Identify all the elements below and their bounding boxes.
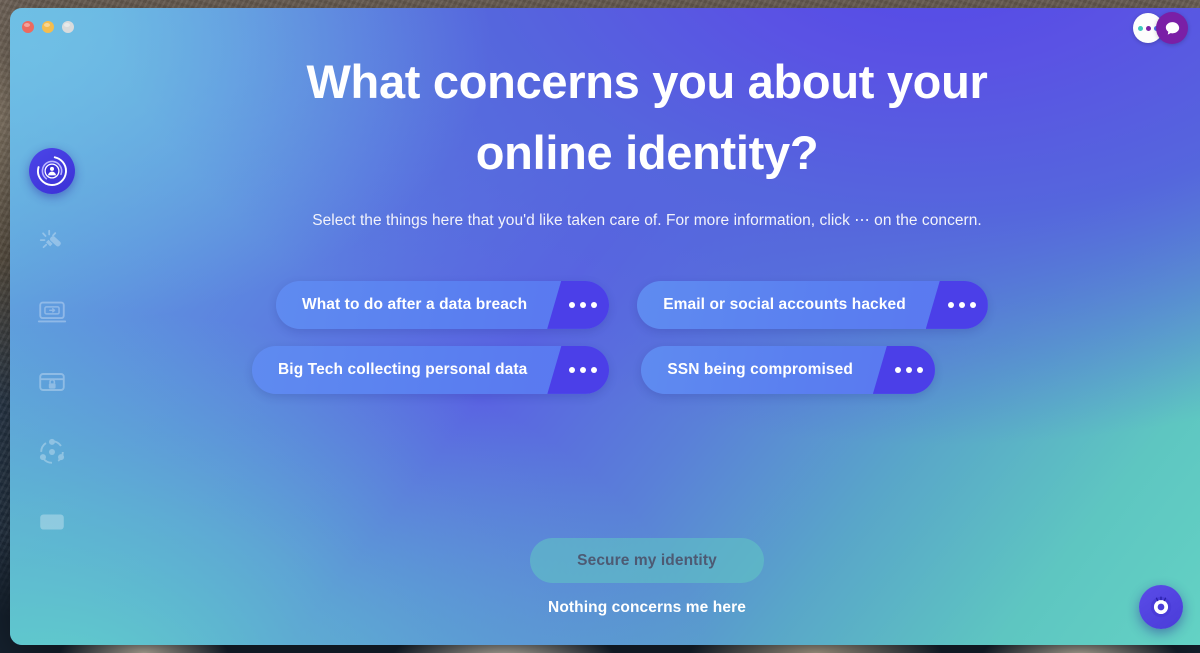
sidebar bbox=[10, 66, 94, 645]
member-dot-2 bbox=[1145, 25, 1151, 31]
concern-chip-row: What to do after a data breach Email or … bbox=[252, 280, 1042, 329]
card-lock-icon bbox=[39, 373, 65, 391]
page-subtitle: Select the things here that you'd like t… bbox=[312, 211, 982, 229]
secure-my-identity-button[interactable]: Secure my identity bbox=[530, 538, 764, 583]
window-controls bbox=[22, 21, 74, 33]
monitor-scan-icon bbox=[37, 301, 67, 323]
action-area: Secure my identity Nothing concerns me h… bbox=[94, 538, 1200, 617]
concern-chip-label: Big Tech collecting personal data bbox=[278, 360, 528, 378]
concern-chip-label: What to do after a data breach bbox=[302, 295, 528, 313]
member-dot-1 bbox=[1137, 25, 1143, 31]
sidebar-item-identity-brand[interactable] bbox=[29, 148, 75, 194]
concern-chip[interactable]: What to do after a data breach bbox=[276, 280, 610, 329]
top-right-cluster bbox=[1133, 12, 1188, 44]
close-window-button[interactable] bbox=[22, 21, 34, 33]
sidebar-item-network[interactable] bbox=[30, 430, 74, 474]
chat-bubble-icon bbox=[1165, 21, 1179, 35]
target-eye-icon bbox=[1150, 596, 1172, 618]
page-title: What concerns you about your online iden… bbox=[306, 55, 988, 180]
concern-chip[interactable]: Big Tech collecting personal data bbox=[252, 345, 610, 394]
concern-chip-row: Big Tech collecting personal data SSN be… bbox=[252, 345, 1042, 394]
identity-target-icon bbox=[37, 156, 67, 186]
concern-chip[interactable]: Email or social accounts hacked bbox=[637, 280, 988, 329]
folder-icon bbox=[40, 514, 64, 530]
main-content: What concerns you about your online iden… bbox=[94, 8, 1200, 645]
zoom-window-button[interactable] bbox=[62, 21, 74, 33]
sparkle-wand-icon bbox=[39, 229, 61, 249]
sidebar-item-folder[interactable] bbox=[30, 500, 74, 544]
ellipsis-icon[interactable] bbox=[925, 280, 988, 329]
help-fab-button[interactable] bbox=[1139, 585, 1183, 629]
sidebar-item-card-lock[interactable] bbox=[30, 360, 74, 404]
concern-chip-label: SSN being compromised bbox=[667, 360, 853, 378]
network-nodes-icon bbox=[39, 438, 65, 464]
ellipsis-icon[interactable] bbox=[872, 345, 935, 394]
chat-avatar-button[interactable] bbox=[1156, 12, 1188, 44]
ellipsis-icon[interactable] bbox=[547, 280, 610, 329]
concern-chip-list: What to do after a data breach Email or … bbox=[252, 280, 1042, 394]
minimize-window-button[interactable] bbox=[42, 21, 54, 33]
nothing-concerns-me-link[interactable]: Nothing concerns me here bbox=[548, 599, 746, 617]
concern-chip-label: Email or social accounts hacked bbox=[663, 295, 906, 313]
application-window: What concerns you about your online iden… bbox=[10, 8, 1200, 645]
desktop-background: What concerns you about your online iden… bbox=[0, 0, 1200, 653]
concern-chip[interactable]: SSN being compromised bbox=[641, 345, 935, 394]
sidebar-item-monitor[interactable] bbox=[30, 290, 74, 334]
sidebar-item-sparkle[interactable] bbox=[30, 220, 74, 264]
ellipsis-icon[interactable] bbox=[547, 345, 610, 394]
